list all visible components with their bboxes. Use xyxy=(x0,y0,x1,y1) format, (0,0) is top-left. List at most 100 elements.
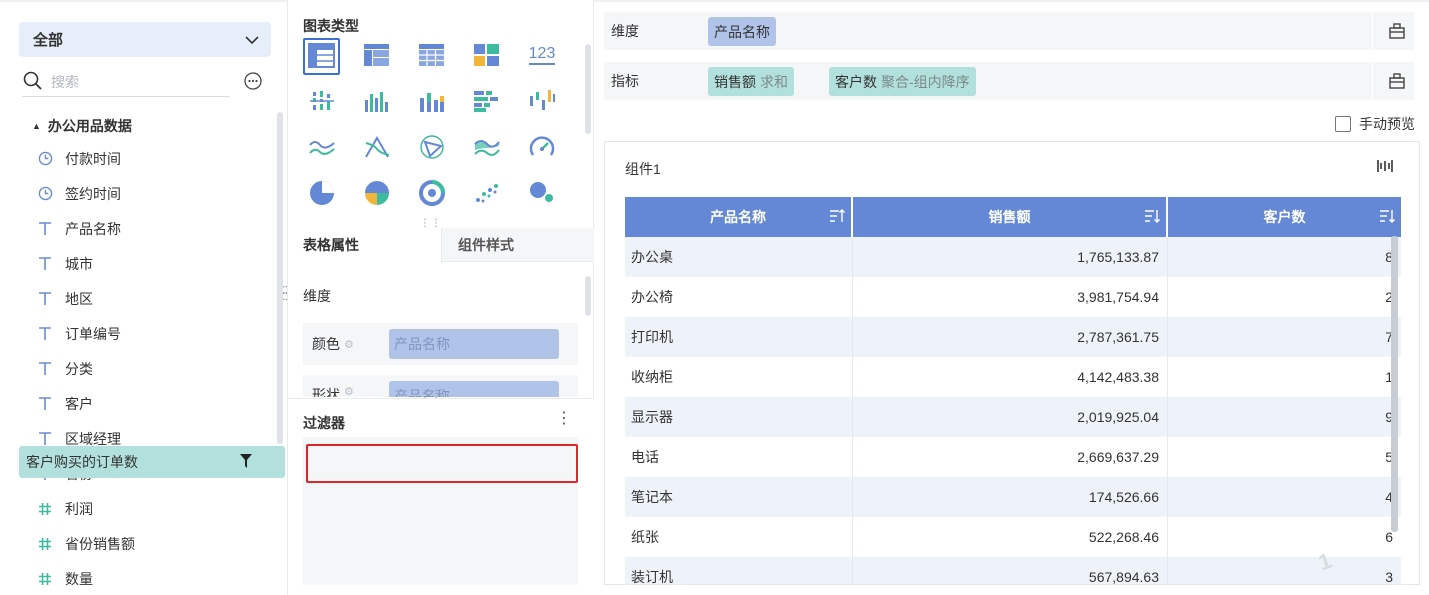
filter-drop-area[interactable] xyxy=(303,437,578,585)
chart-type-table[interactable] xyxy=(303,38,340,75)
chart-type-waterfall[interactable] xyxy=(523,84,560,121)
field-name: 产品名称 xyxy=(65,220,121,237)
text-type-icon xyxy=(37,291,53,307)
column-header-sales[interactable]: 销售额 xyxy=(853,197,1168,237)
chart-type-bar-chart[interactable] xyxy=(468,84,505,121)
column-header-label: 销售额 xyxy=(988,209,1031,225)
chart-type-scatter-plot[interactable] xyxy=(468,176,505,213)
cell-customers: 3 xyxy=(1168,557,1401,584)
attr-color-value[interactable]: 产品名称 xyxy=(389,329,559,359)
cell-sales: 1,765,133.87 xyxy=(853,237,1168,277)
table-row[interactable]: 显示器 2,019,925.04 9 xyxy=(625,397,1401,437)
funnel-icon[interactable] xyxy=(240,454,252,468)
field-name: 数量 xyxy=(65,570,93,587)
package-select[interactable]: 全部 xyxy=(19,22,271,57)
more-vertical-icon[interactable]: ⋮ xyxy=(556,411,572,427)
line-chart-icon xyxy=(308,136,335,161)
search-input[interactable] xyxy=(51,71,226,93)
table-row[interactable]: 纸张 522,268.46 6 xyxy=(625,517,1401,557)
chart-type-radar[interactable] xyxy=(413,130,450,167)
chart-type-gauge[interactable] xyxy=(523,130,560,167)
resize-handle-icon[interactable]: ⋮⋮ xyxy=(420,390,441,403)
tab-component-style[interactable]: 组件样式 xyxy=(441,228,594,262)
detail-table-icon xyxy=(419,44,444,69)
chart-type-area-chart[interactable] xyxy=(468,130,505,167)
toolbox-icon[interactable] xyxy=(1388,22,1406,40)
chart-type-scrollbar[interactable] xyxy=(585,44,591,134)
table-row[interactable]: 电话 2,669,637.29 5 xyxy=(625,437,1401,477)
chart-type-rose-pie[interactable] xyxy=(358,176,395,213)
table-row[interactable]: 打印机 2,787,361.75 7 xyxy=(625,317,1401,357)
column-header-customers[interactable]: 客户数 xyxy=(1168,197,1401,237)
gear-icon[interactable]: ⚙ xyxy=(344,385,354,397)
radar-icon xyxy=(419,134,445,163)
chart-type-scatter-bar[interactable] xyxy=(303,84,340,121)
attr-color[interactable]: 颜色 ⚙ 产品名称 xyxy=(303,323,578,365)
measure-field-customers[interactable]: 客户数 聚合-组内降序 xyxy=(829,67,976,96)
field-item[interactable]: 数量 xyxy=(37,561,272,595)
table-row[interactable]: 装订机 567,894.63 3 xyxy=(625,557,1401,584)
chart-type-kpi-123[interactable]: 123 xyxy=(523,38,560,75)
treemap-icon xyxy=(474,44,499,69)
field-item[interactable]: 利润 xyxy=(37,491,272,526)
field-item[interactable]: 产品名称 xyxy=(37,211,272,246)
measure-field-sales[interactable]: 销售额 求和 xyxy=(708,67,794,96)
tab-table-properties[interactable]: 表格属性 xyxy=(303,228,359,262)
table-scrollbar[interactable] xyxy=(1391,236,1398,532)
chart-type-detail-table[interactable] xyxy=(413,38,450,75)
text-type-icon xyxy=(37,431,53,447)
tree-root-dataset[interactable]: ▲ 办公用品数据 xyxy=(32,116,132,136)
column-header-product[interactable]: 产品名称 xyxy=(625,197,853,237)
manual-preview-checkbox[interactable]: 手动预览 xyxy=(1335,114,1415,134)
sort-icon[interactable] xyxy=(1144,208,1160,224)
sort-icon[interactable] xyxy=(1379,208,1395,224)
chart-type-treemap[interactable] xyxy=(468,38,505,75)
field-item[interactable]: 分类 xyxy=(37,351,272,386)
dimension-drop-zone[interactable]: 产品名称 xyxy=(704,12,1376,50)
cell-product-name: 办公椅 xyxy=(625,277,853,317)
field-item[interactable]: 订单编号 xyxy=(37,316,272,351)
field-name: 付款时间 xyxy=(65,150,121,167)
cell-product-name: 办公桌 xyxy=(625,237,853,277)
chart-type-bubble[interactable] xyxy=(523,176,560,213)
field-item[interactable]: 省份销售额 xyxy=(37,526,272,561)
attr-shape-value[interactable]: 产品名称 xyxy=(389,381,559,397)
column-width-icon[interactable] xyxy=(1377,158,1393,174)
text-type-icon xyxy=(37,326,53,342)
field-item[interactable]: 客户 xyxy=(37,386,272,421)
chart-type-column-chart[interactable] xyxy=(358,84,395,121)
checkbox[interactable] xyxy=(1335,116,1351,132)
field-item[interactable]: 付款时间 xyxy=(37,141,272,176)
field-list-scrollbar[interactable] xyxy=(277,112,283,444)
field-item[interactable]: 签约时间 xyxy=(37,176,272,211)
chart-type-radar-line[interactable] xyxy=(358,130,395,167)
chart-type-donut-chart[interactable] xyxy=(413,176,450,213)
cell-product-name: 收纳柜 xyxy=(625,357,853,397)
measure-drop-zone[interactable]: 销售额 求和 客户数 聚合-组内降序 xyxy=(704,62,1376,100)
chart-type-line-chart[interactable] xyxy=(303,130,340,167)
chart-type-title: 图表类型 xyxy=(303,18,359,34)
chart-type-pie-chart[interactable] xyxy=(303,176,340,213)
attr-shape-label: 形状 xyxy=(312,387,340,397)
properties-scrollbar[interactable] xyxy=(585,276,591,316)
toolbox-icon[interactable] xyxy=(1388,72,1406,90)
filter-item-order-count[interactable]: 客户购买的订单数 xyxy=(19,446,285,478)
gear-icon[interactable]: ⚙ xyxy=(344,338,354,351)
field-item[interactable]: 地区 xyxy=(37,281,272,316)
filter-title: 过滤器 xyxy=(303,415,345,431)
sort-ascending-icon[interactable] xyxy=(829,208,845,224)
table-row[interactable]: 办公椅 3,981,754.94 2 xyxy=(625,277,1401,317)
cell-product-name: 打印机 xyxy=(625,317,853,357)
field-name: 利润 xyxy=(65,500,93,517)
table-row[interactable]: 收纳柜 4,142,483.38 1 xyxy=(625,357,1401,397)
measure-field-name: 客户数 xyxy=(835,73,877,90)
divider xyxy=(1372,12,1373,50)
chart-type-stacked-column[interactable] xyxy=(413,84,450,121)
dimension-field-product-name[interactable]: 产品名称 xyxy=(708,17,776,46)
scatter-plot-icon xyxy=(474,182,500,207)
table-row[interactable]: 办公桌 1,765,133.87 8 xyxy=(625,237,1401,277)
chart-type-grouped-table[interactable] xyxy=(358,38,395,75)
field-item[interactable]: 城市 xyxy=(37,246,272,281)
table-row[interactable]: 笔记本 174,526.66 4 xyxy=(625,477,1401,517)
more-options-icon[interactable] xyxy=(244,72,262,90)
